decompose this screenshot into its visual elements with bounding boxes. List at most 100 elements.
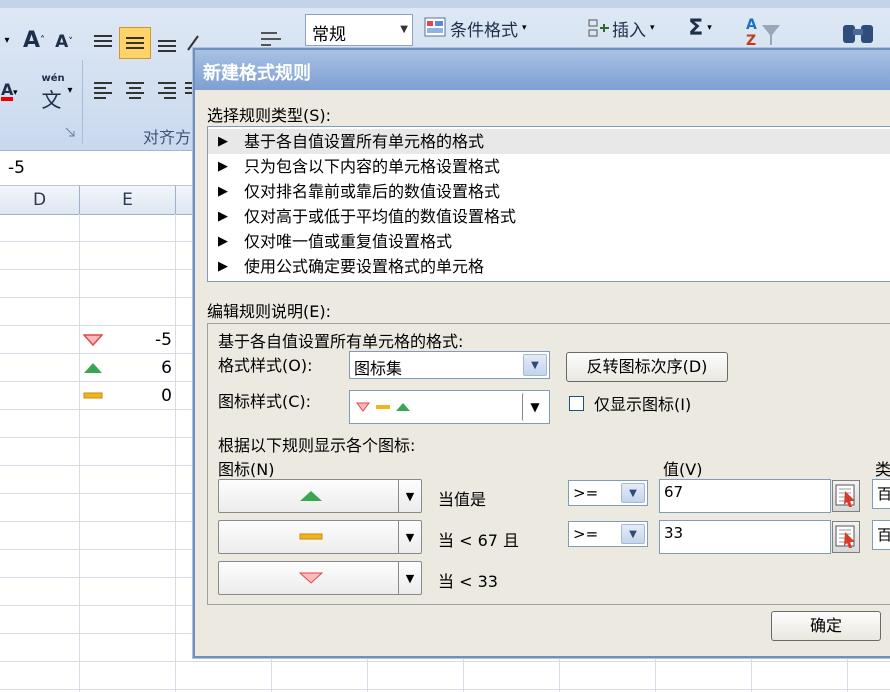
show-icon-only-label: 仅显示图标(I) bbox=[594, 395, 692, 414]
value-type-combo-1[interactable]: 百 bbox=[872, 479, 890, 509]
icon-style-combo[interactable]: ▼ bbox=[349, 390, 550, 424]
insert-cells-button[interactable]: 插入 ▾ bbox=[588, 14, 666, 42]
number-format-combo[interactable]: 常规 ▼ bbox=[305, 14, 413, 46]
align-bottom-button[interactable] bbox=[154, 30, 180, 58]
rule-type-list[interactable]: ▶ 基于各自值设置所有单元格的格式 ▶ 只为包含以下内容的单元格设置格式 ▶ 仅对排名… bbox=[207, 126, 890, 282]
cell-e-row3[interactable]: 0 bbox=[80, 383, 175, 409]
font-color-button[interactable]: A ▾ bbox=[0, 78, 22, 104]
align-left-button[interactable] bbox=[90, 78, 116, 102]
rule-type-item[interactable]: ▶ 仅对排名靠前或靠后的数值设置格式 bbox=[208, 179, 890, 204]
range-picker-icon bbox=[835, 525, 855, 548]
value-type-value: 百 bbox=[877, 485, 890, 503]
threshold-value-input-2[interactable]: 33 bbox=[659, 520, 831, 554]
rule-type-text: 只为包含以下内容的单元格设置格式 bbox=[244, 157, 501, 176]
number-format-value: 常规 bbox=[312, 25, 346, 45]
format-style-label: 格式样式(O): bbox=[218, 356, 313, 375]
wrap-text-icon bbox=[261, 32, 281, 46]
grow-font-button[interactable]: A ˄ bbox=[22, 26, 46, 54]
rule-type-item[interactable]: ▶ 仅对唯一值或重复值设置格式 bbox=[208, 229, 890, 254]
cell-e-row1[interactable]: -5 bbox=[80, 327, 175, 353]
condition-text: 当 < 67 且 bbox=[438, 531, 520, 550]
sort-filter-button[interactable]: AZ bbox=[742, 14, 786, 48]
dialog-title: 新建格式规则 bbox=[203, 63, 311, 84]
description-heading: 基于各自值设置所有单元格的格式: bbox=[218, 332, 464, 351]
rule-type-item[interactable]: ▶ 基于各自值设置所有单元格的格式 bbox=[208, 129, 890, 154]
autosum-button[interactable]: Σ ▾ bbox=[680, 14, 720, 42]
align-right-button[interactable] bbox=[154, 78, 180, 102]
icon-rules-heading: 根据以下规则显示各个图标: bbox=[218, 436, 416, 455]
font-dialog-launcher[interactable] bbox=[64, 126, 76, 138]
icon-picker-1[interactable]: ▼ bbox=[218, 479, 422, 513]
grid-line bbox=[559, 654, 560, 692]
chevron-down-icon: ▼ bbox=[398, 562, 421, 594]
rule-type-text: 基于各自值设置所有单元格的格式 bbox=[244, 132, 485, 151]
rule-type-item[interactable]: ▶ 仅对高于或低于平均值的数值设置格式 bbox=[208, 204, 890, 229]
align-top-button[interactable] bbox=[90, 28, 116, 56]
grid-line bbox=[655, 654, 656, 692]
threshold-value-input-1[interactable]: 67 bbox=[659, 479, 831, 513]
range-select-button-1[interactable] bbox=[832, 480, 860, 512]
cell-value: 0 bbox=[161, 386, 172, 406]
yellow-dash-icon bbox=[83, 392, 103, 399]
three-arrows-icon-set bbox=[356, 402, 410, 412]
sigma-icon: Σ bbox=[688, 15, 704, 41]
play-icon: ▶ bbox=[218, 159, 228, 174]
alignment-group-label: 对齐方 bbox=[143, 128, 192, 147]
insert-cells-icon bbox=[588, 19, 609, 37]
icon-picker-2[interactable]: ▼ bbox=[218, 520, 422, 554]
ok-button[interactable]: 确定 bbox=[771, 611, 881, 641]
align-center-button[interactable] bbox=[122, 78, 148, 102]
grid-line bbox=[751, 654, 752, 692]
red-down-arrow-icon bbox=[83, 334, 103, 347]
column-header-e[interactable]: E bbox=[80, 186, 176, 214]
wrap-text-button[interactable] bbox=[258, 28, 284, 50]
rule-type-text: 仅对高于或低于平均值的数值设置格式 bbox=[244, 207, 517, 226]
column-header-d[interactable]: D bbox=[0, 186, 80, 214]
align-bottom-icon bbox=[158, 40, 176, 52]
chevron-down-icon: ▼ bbox=[523, 354, 547, 376]
shrink-font-button[interactable]: A ˅ bbox=[52, 30, 76, 54]
find-select-button[interactable] bbox=[836, 18, 882, 48]
value-type-value: 百 bbox=[877, 526, 890, 544]
grid-line bbox=[0, 661, 890, 662]
grid-line bbox=[847, 654, 848, 692]
operator-value: >= bbox=[573, 484, 599, 502]
cell-e-row2[interactable]: 6 bbox=[80, 355, 175, 381]
svg-text:A: A bbox=[746, 17, 757, 33]
threshold-value: 33 bbox=[664, 524, 684, 542]
conditional-format-icon bbox=[424, 17, 446, 37]
chevron-down-icon: ▼ bbox=[398, 521, 421, 553]
icon-picker-3[interactable]: ▼ bbox=[218, 561, 422, 595]
dialog-title-bar[interactable]: 新建格式规则 bbox=[195, 50, 890, 90]
new-format-rule-dialog: 新建格式规则 选择规则类型(S): ▶ 基于各自值设置所有单元格的格式 ▶ 只为包含… bbox=[193, 48, 890, 658]
reverse-icon-order-button[interactable]: 反转图标次序(D) bbox=[566, 352, 728, 382]
grid-line bbox=[0, 689, 890, 690]
value-type-combo-2[interactable]: 百 bbox=[872, 520, 890, 550]
align-left-icon bbox=[94, 82, 112, 99]
grid-line bbox=[271, 654, 272, 692]
align-middle-icon bbox=[126, 37, 144, 49]
red-down-arrow-icon bbox=[299, 572, 323, 584]
phonetic-guide-button[interactable]: wén 文 ▾ bbox=[34, 72, 78, 112]
show-icon-only-checkbox[interactable] bbox=[569, 396, 584, 411]
grid-line bbox=[463, 654, 464, 692]
rule-type-item[interactable]: ▶ 使用公式确定要设置格式的单元格 bbox=[208, 254, 890, 279]
group-separator bbox=[82, 60, 83, 144]
operator-combo-2[interactable]: >= ▼ bbox=[568, 521, 648, 547]
align-middle-button[interactable] bbox=[119, 27, 151, 59]
formula-bar-value: -5 bbox=[8, 158, 25, 178]
range-select-button-2[interactable] bbox=[832, 521, 860, 553]
rule-type-label: 选择规则类型(S): bbox=[207, 106, 332, 125]
cell-value: 6 bbox=[161, 358, 172, 378]
grid-line bbox=[79, 214, 80, 692]
chevron-down-icon: ▼ bbox=[621, 524, 645, 544]
rule-type-item[interactable]: ▶ 只为包含以下内容的单元格设置格式 bbox=[208, 154, 890, 179]
shrink-font-icon: A bbox=[55, 32, 69, 52]
format-style-combo[interactable]: 图标集 ▼ bbox=[349, 351, 550, 379]
icon-style-label: 图标样式(C): bbox=[218, 392, 312, 411]
play-icon: ▶ bbox=[218, 259, 228, 274]
align-right-icon bbox=[158, 82, 176, 99]
conditional-format-button[interactable]: 条件格式 ▾ bbox=[424, 14, 540, 42]
font-size-dropdown-arrow[interactable]: ▾ bbox=[0, 28, 14, 52]
operator-combo-1[interactable]: >= ▼ bbox=[568, 480, 648, 506]
